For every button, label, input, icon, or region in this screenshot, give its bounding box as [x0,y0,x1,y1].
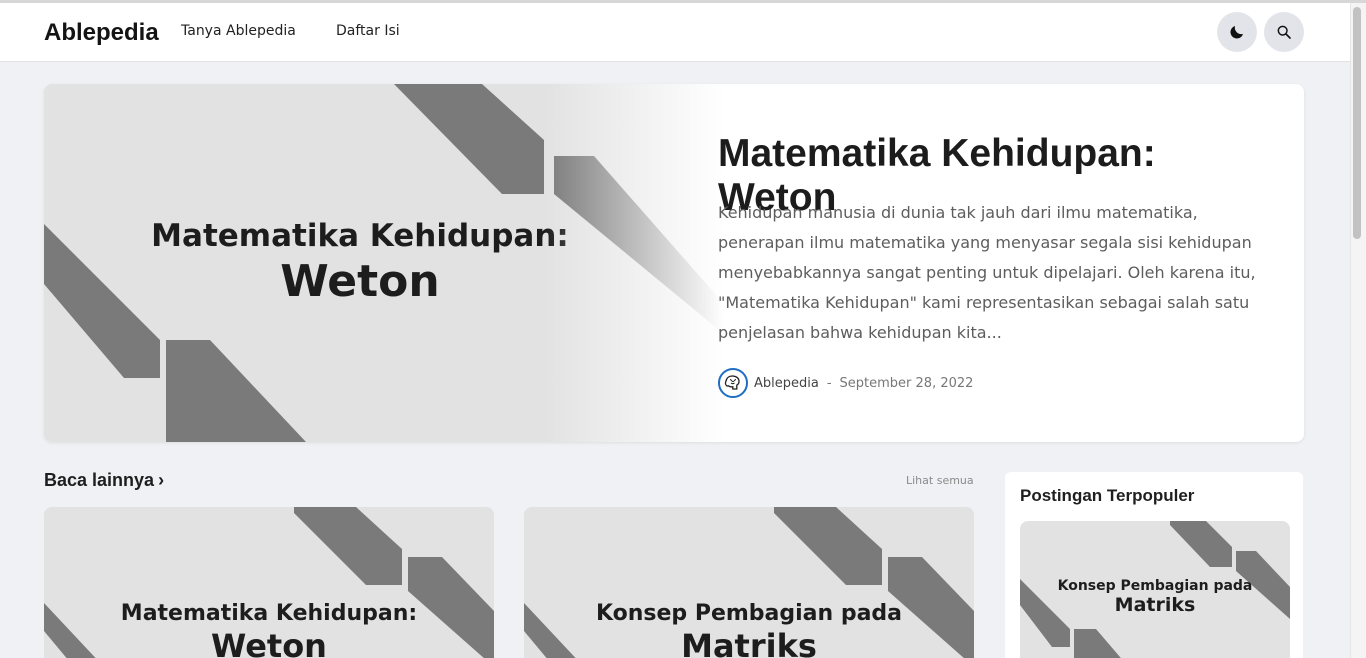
site-logo[interactable]: Ablepedia [44,19,159,47]
image-fade-overlay [544,84,724,442]
thumb-title-line2: Matriks [1115,594,1196,616]
brain-icon [724,375,740,390]
post-card-thumbnail[interactable]: Matematika Kehidupan: Weton [44,507,494,658]
meta-separator: - [826,375,832,391]
thumbnail-title-line2: Weton [280,256,439,307]
thumb-title-line1: Konsep Pembagian pada [1058,578,1253,594]
section-title-baca-lainnya[interactable]: Baca lainnya › [44,470,164,491]
popular-post-item[interactable]: Konsep Pembagian pada Matriks [1020,521,1290,658]
featured-post-excerpt: Kehidupan manusia di dunia tak jauh dari… [718,203,1256,342]
card-title-line1: Konsep Pembagian pada [596,601,902,626]
page-scrollbar-thumb[interactable] [1353,7,1361,239]
popular-post-thumbnail[interactable]: Konsep Pembagian pada Matriks [1020,521,1290,658]
popular-posts-widget: Postingan Terpopuler Konsep Pembagian pa… [1005,472,1303,658]
nav-link-daftar-isi[interactable]: Daftar Isi [336,23,400,39]
post-card[interactable]: Matematika Kehidupan: Weton [44,507,494,658]
author-name[interactable]: Ablepedia [754,376,819,391]
post-meta: Ablepedia - September 28, 2022 [718,368,973,398]
section-title-text: Baca lainnya [44,470,155,490]
chevron-right-icon: › [158,470,165,490]
see-all-link[interactable]: Lihat semua [906,474,974,487]
thumbnail-title-line1: Matematika Kehidupan: [151,218,569,254]
featured-post[interactable]: Matematika Kehidupan: Weton Matematika K… [44,84,1304,442]
card-title-line2: Matriks [681,627,817,658]
site-header: Ablepedia Tanya Ablepedia Daftar Isi [0,3,1350,62]
nav-link-tanya-ablepedia[interactable]: Tanya Ablepedia [181,23,296,39]
dark-mode-toggle-button[interactable] [1217,12,1257,52]
post-date: September 28, 2022 [839,375,974,391]
card-title-line1: Matematika Kehidupan: [121,601,417,626]
card-title-line2: Weton [211,627,327,658]
moon-icon [1230,26,1243,39]
post-card[interactable]: Konsep Pembagian pada Matriks [524,507,974,658]
search-icon [1277,25,1291,39]
widget-title: Postingan Terpopuler [1020,486,1195,505]
author-avatar[interactable] [718,368,748,398]
search-button[interactable] [1264,12,1304,52]
post-card-thumbnail[interactable]: Konsep Pembagian pada Matriks [524,507,974,658]
